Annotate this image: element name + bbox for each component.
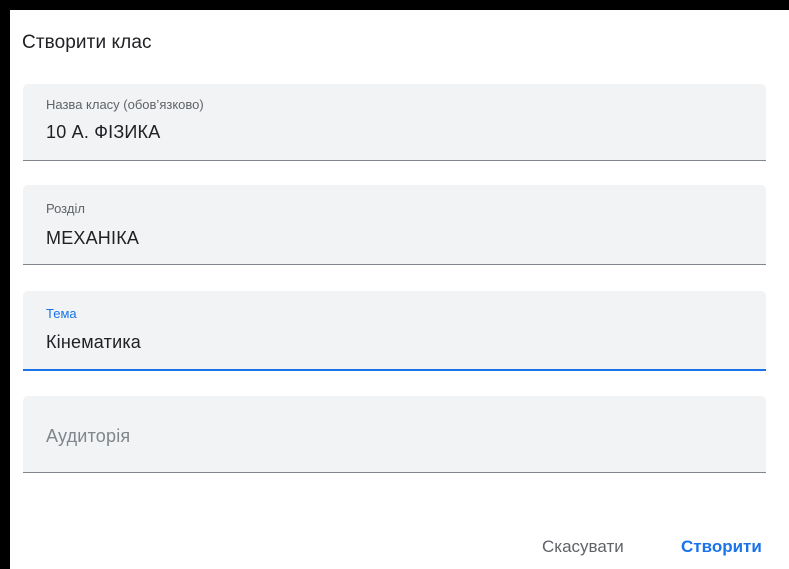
section-label: Розділ	[46, 201, 85, 216]
class-name-label: Назва класу (обов’язково)	[46, 97, 204, 112]
cancel-button[interactable]: Скасувати	[532, 532, 634, 562]
subject-field[interactable]: Тема Кінематика	[23, 291, 766, 371]
section-value[interactable]: МЕХАНІКА	[46, 228, 139, 249]
room-placeholder[interactable]: Аудиторія	[46, 426, 130, 447]
class-name-field[interactable]: Назва класу (обов’язково) 10 А. ФІЗИКА	[23, 84, 766, 161]
room-field[interactable]: Аудиторія	[23, 396, 766, 473]
class-name-value[interactable]: 10 А. ФІЗИКА	[46, 122, 160, 143]
subject-label: Тема	[46, 306, 77, 321]
create-class-dialog: Створити клас Назва класу (обов’язково) …	[10, 10, 789, 569]
dialog-title: Створити клас	[22, 32, 152, 53]
create-button[interactable]: Створити	[671, 532, 772, 562]
subject-value[interactable]: Кінематика	[46, 332, 141, 353]
section-field[interactable]: Розділ МЕХАНІКА	[23, 185, 766, 265]
